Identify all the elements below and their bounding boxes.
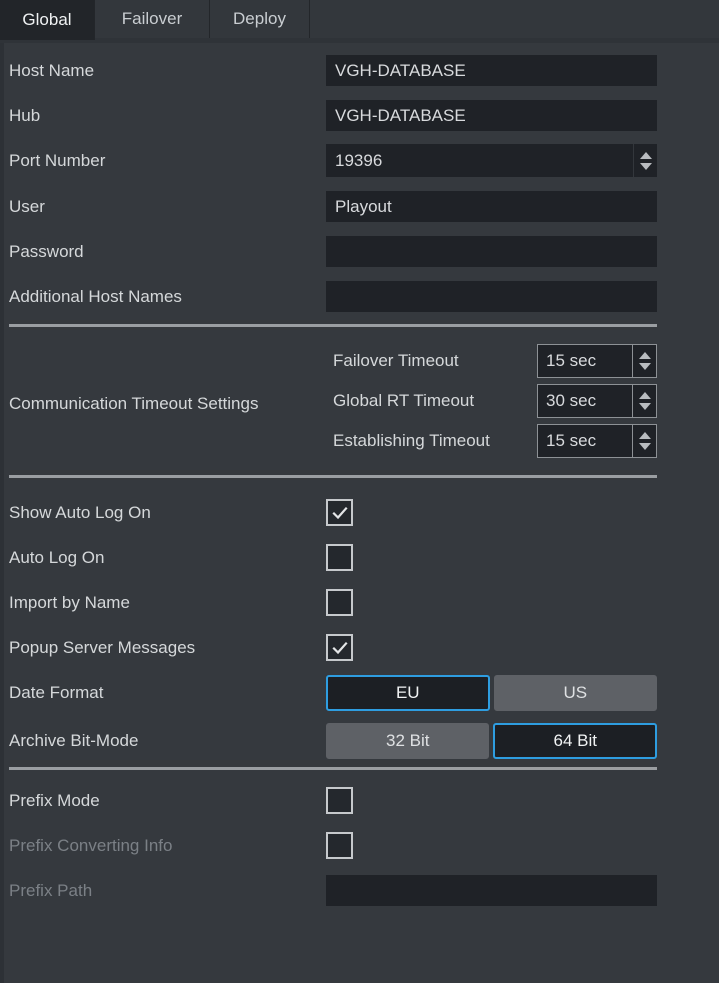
row-host-name: Host Name — [4, 48, 719, 93]
date-format-option-us[interactable]: US — [493, 674, 657, 711]
date-format-label: Date Format — [9, 682, 104, 702]
user-label: User — [9, 196, 45, 216]
user-input[interactable] — [326, 191, 657, 222]
row-additional-host-names: Additional Host Names — [4, 274, 719, 319]
chevron-down-icon[interactable] — [638, 363, 651, 370]
global-rt-timeout-label: Global RT Timeout — [333, 391, 475, 410]
show-auto-log-on-checkbox[interactable] — [326, 499, 353, 526]
row-prefix-converting-info: Prefix Converting Info — [4, 823, 719, 868]
row-port-number: Port Number 19396 — [4, 138, 719, 183]
archive-bit-mode-label: Archive Bit-Mode — [9, 730, 139, 750]
chevron-down-icon[interactable] — [638, 403, 651, 410]
import-by-name-checkbox[interactable] — [326, 589, 353, 616]
check-icon — [331, 506, 348, 519]
segment-divider — [490, 675, 494, 711]
failover-timeout-label: Failover Timeout — [333, 351, 459, 370]
popup-server-messages-label: Popup Server Messages — [9, 637, 196, 657]
additional-host-names-input[interactable] — [326, 281, 657, 312]
prefix-mode-label: Prefix Mode — [9, 790, 100, 810]
separator-bottom — [9, 767, 657, 770]
tab-deploy[interactable]: Deploy — [210, 0, 310, 38]
establishing-timeout-stepper[interactable]: 15 sec — [537, 424, 657, 458]
global-rt-timeout-stepper[interactable]: 30 sec — [537, 384, 657, 418]
failover-timeout-stepper[interactable]: 15 sec — [537, 344, 657, 378]
separator-middle — [9, 475, 657, 478]
password-input[interactable] — [326, 236, 657, 267]
row-user: User — [4, 184, 719, 229]
date-format-option-us-label: US — [563, 682, 588, 702]
establishing-timeout-value: 15 sec — [546, 431, 597, 450]
prefix-mode-checkbox[interactable] — [326, 787, 353, 814]
host-name-input[interactable] — [326, 55, 657, 86]
archive-bit-mode-option-32bit-label: 32 Bit — [386, 730, 430, 750]
prefix-converting-info-label: Prefix Converting Info — [9, 835, 173, 855]
establishing-timeout-label: Establishing Timeout — [333, 431, 490, 450]
archive-bit-mode-option-32bit[interactable]: 32 Bit — [326, 722, 490, 759]
tab-deploy-label: Deploy — [233, 9, 286, 28]
prefix-path-label: Prefix Path — [9, 880, 93, 900]
row-archive-bit-mode: Archive Bit-Mode 32 Bit 64 Bit — [4, 718, 719, 763]
tab-failover[interactable]: Failover — [95, 0, 210, 38]
row-prefix-path: Prefix Path — [4, 868, 719, 913]
row-auto-log-on: Auto Log On — [4, 535, 719, 580]
row-import-by-name: Import by Name — [4, 580, 719, 625]
auto-log-on-label: Auto Log On — [9, 547, 105, 567]
chevron-up-icon[interactable] — [638, 432, 651, 439]
port-number-stepper-arrows[interactable] — [633, 144, 657, 177]
prefix-converting-info-checkbox[interactable] — [326, 832, 353, 859]
row-show-auto-log-on: Show Auto Log On — [4, 490, 719, 535]
row-popup-server-messages: Popup Server Messages — [4, 625, 719, 670]
settings-panel: Global Failover Deploy Host Name Hub Por… — [0, 0, 719, 983]
date-format-option-eu[interactable]: EU — [326, 674, 490, 711]
password-label: Password — [9, 241, 84, 261]
row-hub: Hub — [4, 93, 719, 138]
tab-failover-label: Failover — [121, 9, 183, 28]
row-date-format: Date Format EU US — [4, 670, 719, 715]
hub-input[interactable] — [326, 100, 657, 131]
date-format-option-eu-label: EU — [395, 682, 420, 702]
port-number-value: 19396 — [335, 150, 383, 170]
prefix-path-input[interactable] — [326, 875, 657, 906]
archive-bit-mode-option-64bit[interactable]: 64 Bit — [493, 722, 657, 759]
popup-server-messages-checkbox[interactable] — [326, 634, 353, 661]
row-prefix-mode: Prefix Mode — [4, 778, 719, 823]
port-number-label: Port Number — [9, 150, 106, 170]
failover-timeout-value: 15 sec — [546, 351, 597, 370]
chevron-down-icon[interactable] — [639, 162, 652, 170]
hub-label: Hub — [9, 105, 41, 125]
global-rt-timeout-stepper-arrows[interactable] — [632, 385, 656, 417]
row-establishing-timeout: Establishing Timeout 15 sec — [4, 421, 719, 461]
chevron-down-icon[interactable] — [638, 443, 651, 450]
check-icon — [331, 641, 348, 654]
tab-bar-filler — [310, 0, 719, 38]
row-password: Password — [4, 229, 719, 274]
chevron-up-icon[interactable] — [639, 151, 652, 159]
chevron-up-icon[interactable] — [638, 392, 651, 399]
establishing-timeout-stepper-arrows[interactable] — [632, 425, 656, 457]
date-format-toggle-group: EU US — [326, 674, 657, 711]
show-auto-log-on-label: Show Auto Log On — [9, 502, 151, 522]
archive-bit-mode-toggle-group: 32 Bit 64 Bit — [326, 722, 657, 759]
import-by-name-label: Import by Name — [9, 592, 130, 612]
global-rt-timeout-value: 30 sec — [546, 391, 597, 410]
additional-host-names-label: Additional Host Names — [9, 286, 182, 306]
failover-timeout-stepper-arrows[interactable] — [632, 345, 656, 377]
row-global-rt-timeout: Global RT Timeout 30 sec — [4, 381, 719, 421]
tab-global[interactable]: Global — [0, 0, 95, 40]
host-name-label: Host Name — [9, 60, 95, 80]
tab-global-label: Global — [22, 10, 72, 29]
port-number-stepper[interactable]: 19396 — [326, 144, 657, 177]
tab-bar: Global Failover Deploy — [0, 0, 719, 40]
row-failover-timeout: Failover Timeout 15 sec — [4, 341, 719, 381]
archive-bit-mode-option-64bit-label: 64 Bit — [553, 730, 597, 750]
separator-top — [9, 324, 657, 327]
global-settings-content: Host Name Hub Port Number 19396 User — [0, 43, 719, 983]
chevron-up-icon[interactable] — [638, 352, 651, 359]
auto-log-on-checkbox[interactable] — [326, 544, 353, 571]
